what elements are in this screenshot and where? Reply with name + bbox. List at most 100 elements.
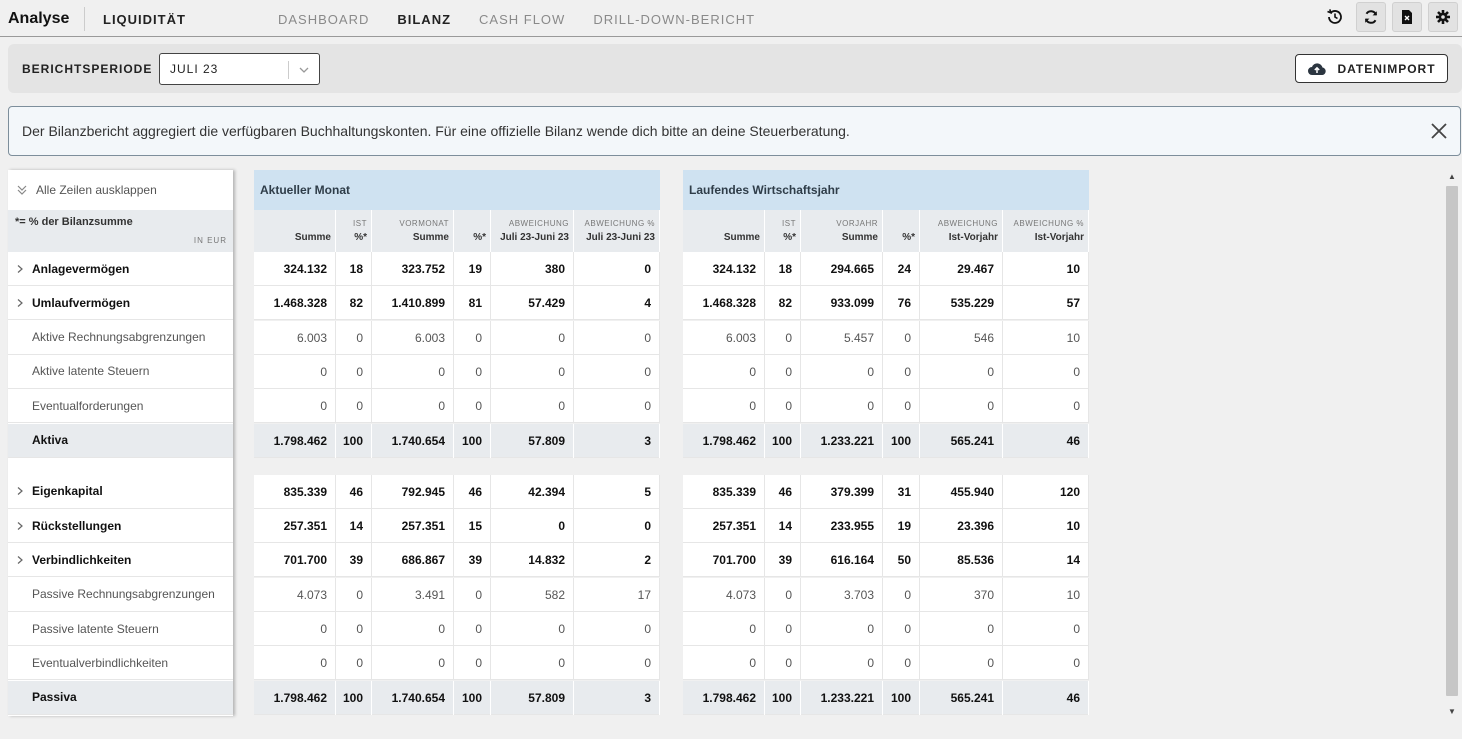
table-cell: 5.457: [801, 320, 883, 355]
settings-icon[interactable]: [1428, 2, 1458, 32]
table-cell: 324.132: [254, 252, 336, 286]
column-header-bottom: Ist-Vorjahr: [1034, 232, 1084, 243]
export-file-icon[interactable]: [1392, 2, 1422, 32]
module-title[interactable]: LIQUIDITÄT: [103, 12, 186, 27]
table-cell: 1.233.221: [801, 680, 883, 715]
table-cell: 5: [574, 474, 660, 509]
chevron-down-icon[interactable]: [298, 63, 310, 81]
table-cell: 14.832: [491, 543, 574, 578]
scrollbar-thumb[interactable]: [1446, 186, 1458, 696]
tab-dashboard[interactable]: DASHBOARD: [278, 12, 369, 27]
group-title: Aktueller Monat: [254, 170, 660, 210]
group-title: Laufendes Wirtschaftsjahr: [683, 170, 1089, 210]
data-import-label: DATENIMPORT: [1337, 61, 1436, 76]
row-label-anlagevermögen[interactable]: Anlagevermögen: [8, 252, 233, 286]
vertical-scrollbar[interactable]: ▲ ▼: [1446, 172, 1458, 716]
column-header: %*: [454, 210, 491, 252]
table-cell: 0: [454, 646, 491, 681]
table-cell: 3: [574, 680, 660, 715]
row-label-text: Verbindlichkeiten: [32, 552, 132, 567]
table-cell: 46: [1003, 680, 1089, 715]
table-cell: 46: [336, 474, 372, 509]
table-cell: 565.241: [920, 423, 1003, 458]
table-cell: 39: [454, 543, 491, 578]
table-cell: 0: [883, 389, 920, 424]
row-label-aktive-latente-steuern: Aktive latente Steuern: [8, 355, 233, 389]
table-row: 1.798.462 100 1.740.654 100 57.809 3: [254, 423, 660, 458]
column-header: %*: [883, 210, 920, 252]
divider: [84, 7, 85, 31]
table-cell: 4.073: [683, 577, 765, 612]
table-cell: 380: [491, 252, 574, 286]
history-icon[interactable]: [1320, 2, 1350, 32]
table-cell: 0: [883, 646, 920, 681]
table-row: 6.003 0 5.457 0 546 10: [683, 320, 1089, 355]
table-cell: 1.740.654: [372, 423, 454, 458]
period-select[interactable]: JULI 23: [159, 53, 320, 85]
column-header: Summe: [254, 210, 336, 252]
table-row: 835.339 46 792.945 46 42.394 5: [254, 474, 660, 509]
row-label-eigenkapital[interactable]: Eigenkapital: [8, 475, 233, 509]
table-cell: 39: [336, 543, 372, 578]
table-cell: 0: [254, 389, 336, 424]
chevron-right-icon[interactable]: [8, 555, 32, 565]
scroll-up-icon[interactable]: ▲: [1448, 172, 1456, 181]
table-cell: 10: [1003, 252, 1089, 286]
expand-all-button[interactable]: Alle Zeilen ausklappen: [8, 170, 233, 210]
table-cell: 6.003: [372, 320, 454, 355]
table-cell: 1.233.221: [801, 423, 883, 458]
table-cell: 18: [765, 252, 801, 286]
table-cell: 792.945: [372, 474, 454, 509]
table-cell: 6.003: [683, 320, 765, 355]
data-import-button[interactable]: DATENIMPORT: [1295, 54, 1448, 83]
table-cell: 10: [1003, 320, 1089, 355]
info-banner: Der Bilanzbericht aggregiert die verfügb…: [8, 106, 1461, 156]
row-label-rückstellungen[interactable]: Rückstellungen: [8, 509, 233, 544]
table-cell: 100: [336, 680, 372, 715]
table-cell: 100: [765, 423, 801, 458]
column-header-top: ABWEICHUNG: [937, 219, 998, 228]
chevron-right-icon[interactable]: [8, 521, 32, 531]
refresh-icon[interactable]: [1356, 2, 1386, 32]
row-label-text: Passive Rechnungsabgrenzungen: [32, 587, 215, 602]
tab-cash-flow[interactable]: CASH FLOW: [479, 12, 565, 27]
table-cell: 18: [336, 252, 372, 286]
table-cell: 120: [1003, 474, 1089, 509]
table-cell: 100: [454, 423, 491, 458]
column-header-bottom: Summe: [412, 232, 449, 243]
table-cell: 535.229: [920, 286, 1003, 321]
scroll-down-icon[interactable]: ▼: [1448, 707, 1456, 716]
close-icon[interactable]: [1430, 122, 1448, 145]
table-row: 1.468.328 82 1.410.899 81 57.429 4: [254, 286, 660, 321]
table-row: 257.351 14 257.351 15 0 0: [254, 509, 660, 544]
column-header-top: ABWEICHUNG %: [1013, 219, 1084, 228]
table-cell: 0: [801, 646, 883, 681]
table-cell: 0: [454, 389, 491, 424]
top-bar: Analyse LIQUIDITÄT DASHBOARD BILANZ CASH…: [0, 0, 1462, 37]
balance-sheet: Alle Zeilen ausklappen *= % der Bilanzsu…: [8, 170, 1448, 716]
row-label-aktiva: Aktiva: [8, 423, 233, 458]
chevron-right-icon[interactable]: [8, 486, 32, 496]
table-cell: 835.339: [254, 474, 336, 509]
table-cell: 0: [765, 577, 801, 612]
chevron-right-icon[interactable]: [8, 264, 32, 274]
chevron-right-icon[interactable]: [8, 298, 32, 308]
column-headers: Summe IST %* VORJAHR Summe %* ABWEICHUNG Ist-Vo…: [683, 210, 1089, 252]
table-cell: 14: [336, 509, 372, 544]
column-header-bottom: Summe: [841, 232, 878, 243]
table-cell: 0: [1003, 354, 1089, 389]
table-row: 000000: [254, 354, 660, 389]
table-cell: 0: [574, 354, 660, 389]
row-label-umlaufvermögen[interactable]: Umlaufvermögen: [8, 286, 233, 321]
column-headers: Summe IST %* VORMONAT Summe %* ABWEICHUNG Juli …: [254, 210, 660, 252]
tab-drill-down-bericht[interactable]: DRILL-DOWN-BERICHT: [593, 12, 755, 27]
table-cell: 0: [765, 320, 801, 355]
table-cell: 17: [574, 577, 660, 612]
row-label-verbindlichkeiten[interactable]: Verbindlichkeiten: [8, 543, 233, 578]
row-label-text: Passiva: [32, 690, 77, 705]
tab-bilanz[interactable]: BILANZ: [397, 12, 451, 27]
table-row: 000000: [254, 646, 660, 681]
table-cell: 546: [920, 320, 1003, 355]
column-header-bottom: Juli 23-Juni 23: [586, 232, 655, 243]
table-row: 257.351 14 233.955 19 23.396 10: [683, 509, 1089, 544]
